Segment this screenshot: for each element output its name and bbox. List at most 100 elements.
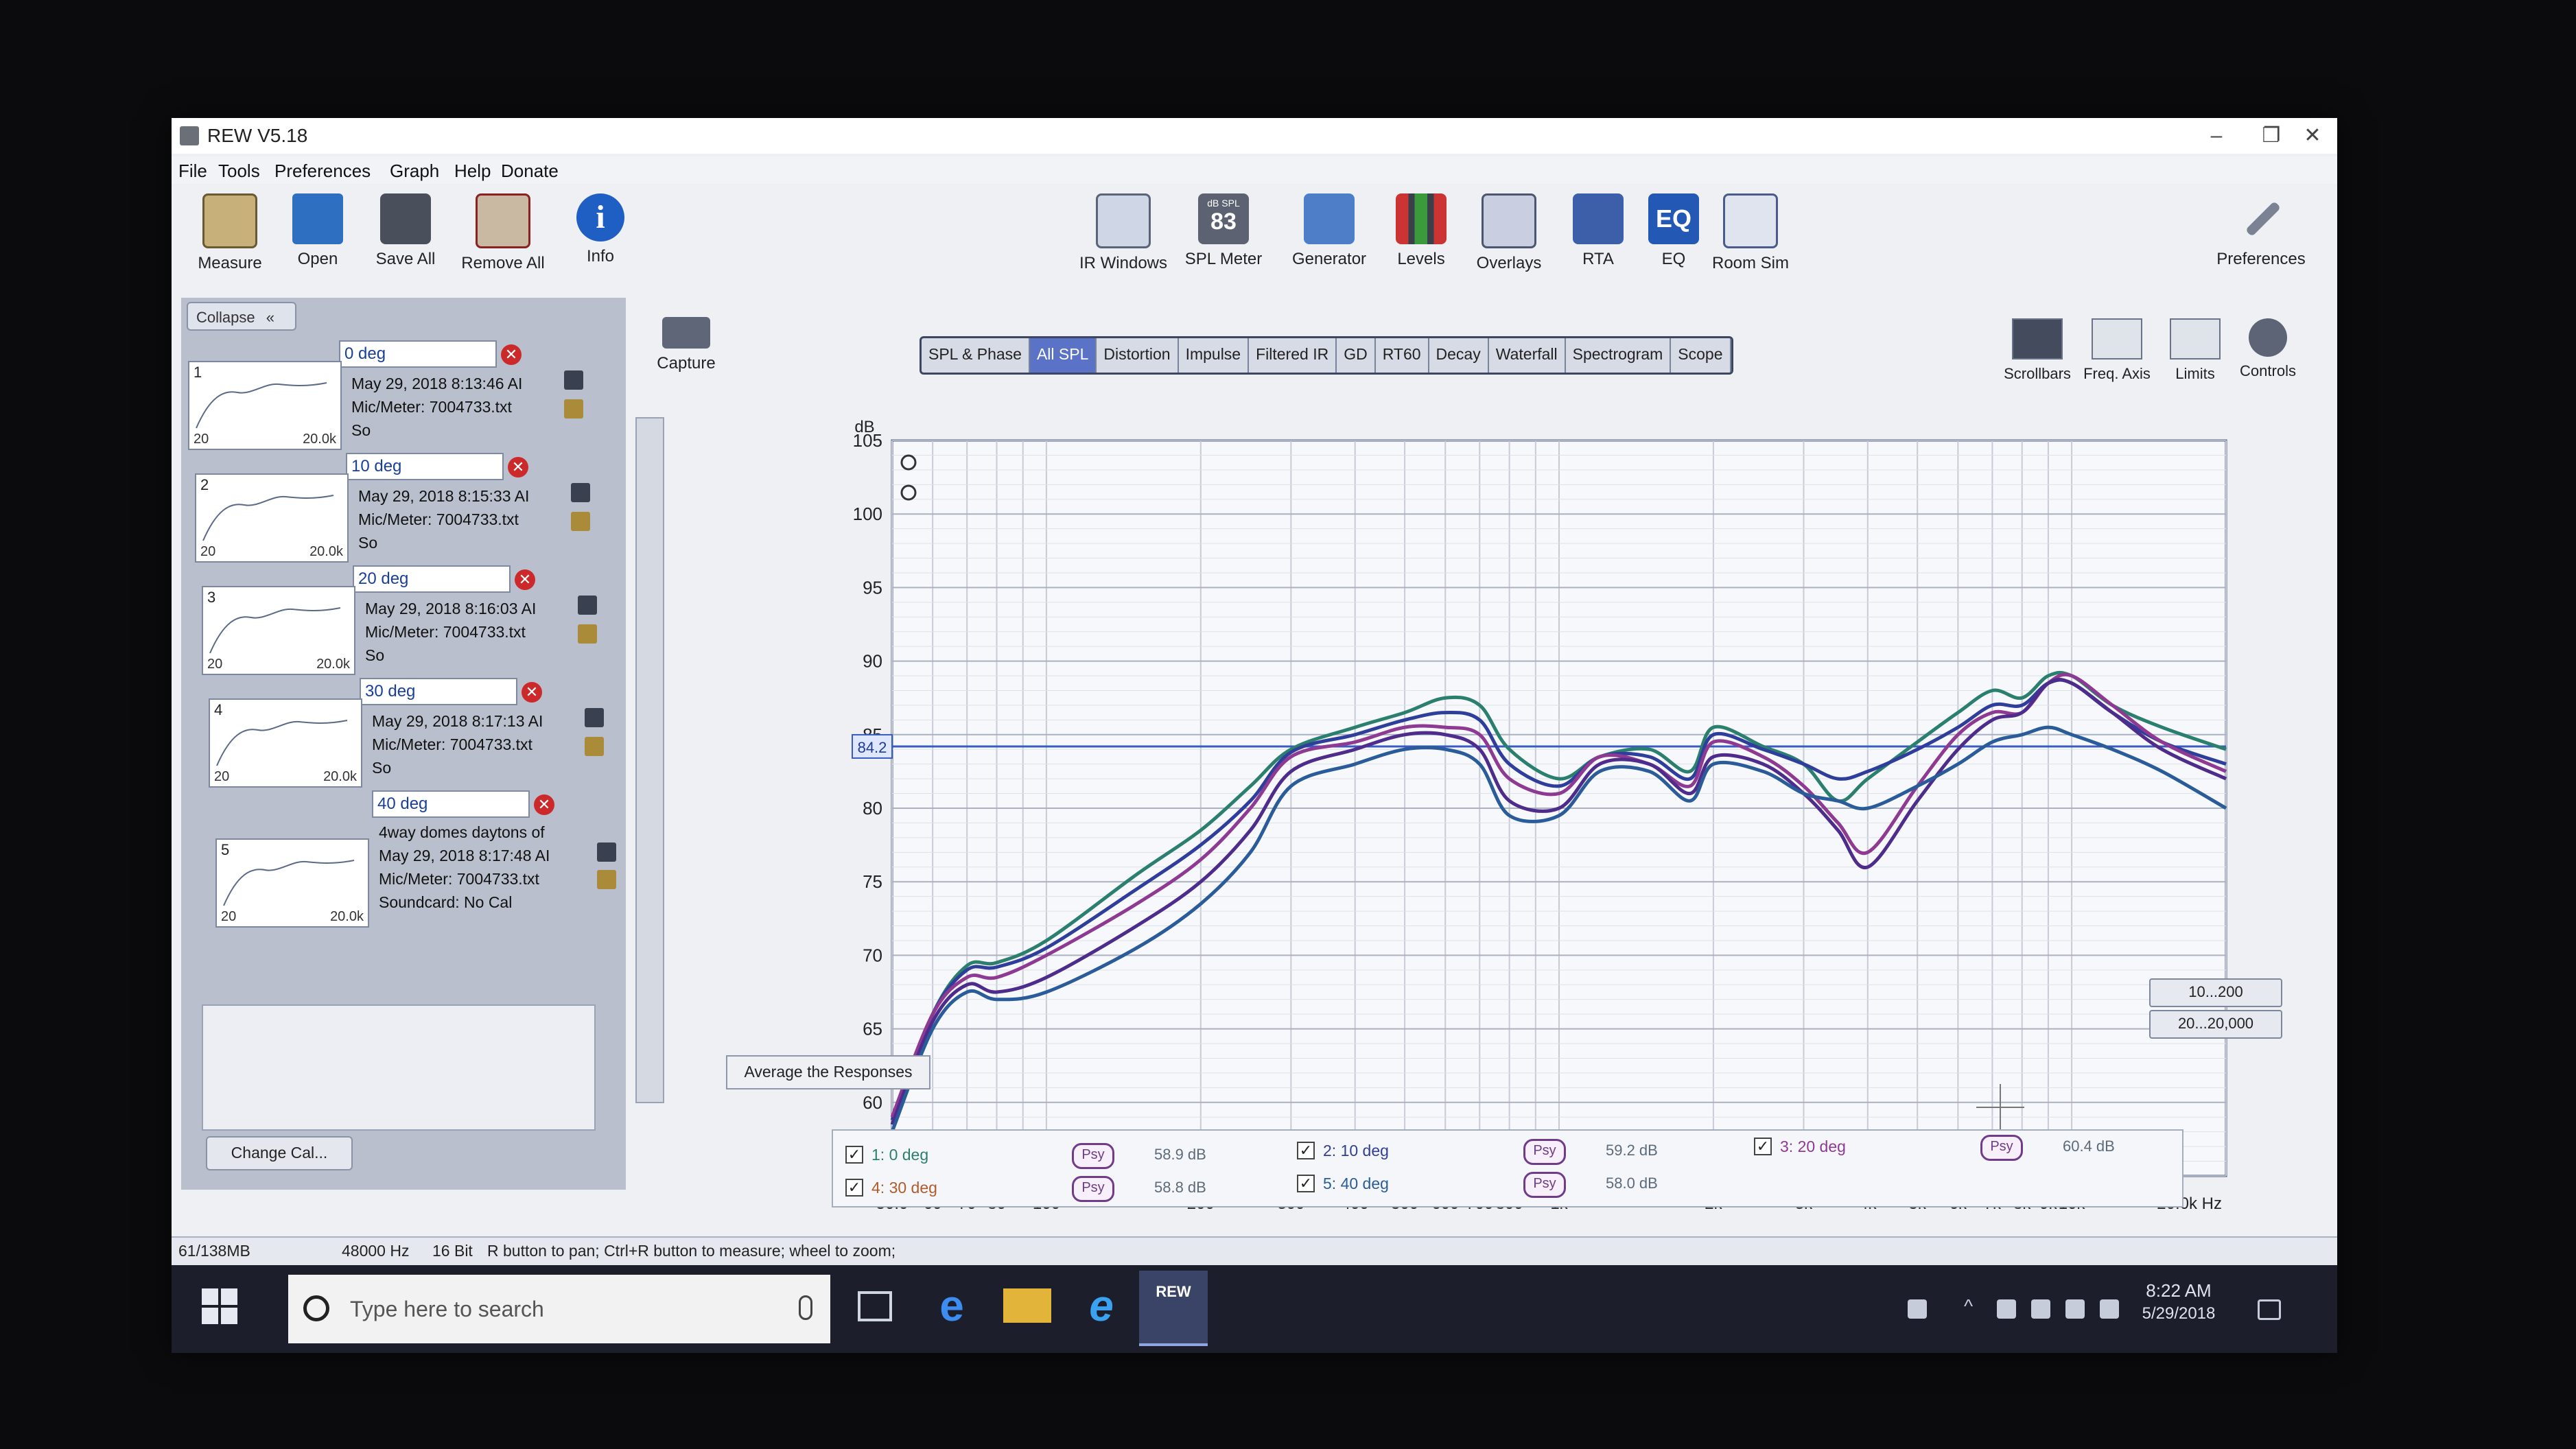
edit-pencil-icon[interactable] [564, 399, 583, 419]
menu-donate[interactable]: Donate [501, 161, 559, 182]
measurement-thumbnail[interactable]: 1 20 20.0k [188, 361, 342, 450]
tab-all-spl[interactable]: All SPL [1029, 338, 1097, 373]
delete-measurement-icon[interactable]: ✕ [508, 457, 528, 478]
rew-taskbar-button[interactable]: REW [1139, 1271, 1208, 1346]
legend-checkbox[interactable]: ✓ [845, 1146, 863, 1164]
tab-distortion[interactable]: Distortion [1097, 338, 1179, 373]
battery-icon[interactable] [2031, 1299, 2050, 1319]
menu-help[interactable]: Help [454, 161, 491, 182]
legend-checkbox[interactable]: ✓ [1297, 1142, 1315, 1159]
capture-button[interactable]: Capture [645, 317, 727, 373]
people-icon[interactable] [1908, 1299, 1927, 1319]
legend-checkbox[interactable]: ✓ [845, 1179, 863, 1197]
spl-graph[interactable]: 105100959085807570656055dB50.06070801002… [707, 413, 2244, 1240]
psy-smoothing-button[interactable]: Psy [1980, 1135, 2023, 1161]
menu-preferences[interactable]: Preferences [274, 161, 371, 182]
tab-rt60[interactable]: RT60 [1376, 338, 1429, 373]
measurement-card[interactable]: 10 deg ✕ 2 20 20.0k May 29, 2018 8:15:33 AI Mi… [195, 453, 613, 563]
notifications-icon[interactable] [2258, 1299, 2281, 1320]
remove-all-button[interactable]: Remove All [458, 193, 548, 273]
internet-explorer-icon[interactable]: e [1077, 1282, 1125, 1330]
edit-pencil-icon[interactable] [578, 624, 597, 644]
measurement-card[interactable]: 30 deg ✕ 4 20 20.0k May 29, 2018 8:17:13 AI Mi… [209, 678, 627, 788]
graph-color-icon[interactable] [597, 843, 616, 862]
tab-filtered-ir[interactable]: Filtered IR [1249, 338, 1337, 373]
psy-smoothing-button[interactable]: Psy [1523, 1139, 1566, 1165]
chevron-up-icon[interactable]: ^ [1964, 1295, 1983, 1317]
eq-button[interactable]: EQ EQ [1629, 193, 1718, 269]
volume-icon[interactable] [2100, 1299, 2119, 1319]
graph-color-icon[interactable] [585, 708, 604, 727]
limits-button[interactable]: Limits [2157, 318, 2233, 383]
open-button[interactable]: Open [273, 193, 362, 269]
menu-graph[interactable]: Graph [390, 161, 439, 182]
measurement-thumbnail[interactable]: 4 20 20.0k [209, 698, 362, 788]
freq-axis-button[interactable]: Freq. Axis [2079, 318, 2155, 383]
tab-decay[interactable]: Decay [1429, 338, 1489, 373]
edit-pencil-icon[interactable] [585, 737, 604, 756]
measurement-card[interactable]: 0 deg ✕ 1 20 20.0k May 29, 2018 8:13:46 AI Mic… [188, 340, 607, 450]
delete-measurement-icon[interactable]: ✕ [522, 682, 542, 703]
psy-smoothing-button[interactable]: Psy [1523, 1172, 1566, 1198]
scrollbars-button[interactable]: Scrollbars [2000, 318, 2075, 383]
psy-smoothing-button[interactable]: Psy [1072, 1176, 1114, 1202]
overlays-button[interactable]: Overlays [1464, 193, 1554, 273]
spl-graph-svg[interactable]: 105100959085807570656055dB50.06070801002… [707, 413, 2244, 1240]
wifi-icon[interactable] [2065, 1299, 2085, 1319]
tab-scope[interactable]: Scope [1671, 338, 1731, 373]
measurement-card[interactable]: 20 deg ✕ 3 20 20.0k May 29, 2018 8:16:03 AI Mi… [202, 565, 620, 675]
menu-tools[interactable]: Tools [218, 161, 260, 182]
measurement-name-field[interactable]: 10 deg [346, 453, 504, 480]
measurement-list-scrollbar[interactable] [635, 417, 664, 1103]
graph-color-icon[interactable] [564, 370, 583, 390]
tab-spectrogram[interactable]: Spectrogram [1566, 338, 1672, 373]
range-10-200-button[interactable]: 10...200 [2149, 978, 2282, 1007]
measurement-name-field[interactable]: 30 deg [360, 678, 517, 705]
taskbar-clock[interactable]: 8:22 AM 5/29/2018 [2127, 1280, 2230, 1323]
edge-browser-icon[interactable]: e [928, 1282, 976, 1330]
average-responses-button[interactable]: Average the Responses [726, 1055, 930, 1089]
range-20-20000-button[interactable]: 20...20,000 [2149, 1010, 2282, 1039]
edit-pencil-icon[interactable] [571, 512, 590, 531]
levels-button[interactable]: Levels [1377, 193, 1466, 269]
minimize-button[interactable]: – [2189, 121, 2244, 151]
measurement-name-field[interactable]: 40 deg [372, 790, 530, 818]
tab-spl-phase[interactable]: SPL & Phase [922, 338, 1030, 373]
measurement-thumbnail[interactable]: 3 20 20.0k [202, 586, 355, 675]
tab-waterfall[interactable]: Waterfall [1489, 338, 1566, 373]
info-button[interactable]: i Info [556, 193, 645, 266]
measurement-thumbnail[interactable]: 5 20 20.0k [215, 838, 369, 928]
microphone-icon[interactable] [799, 1295, 812, 1320]
legend-checkbox[interactable]: ✓ [1297, 1175, 1315, 1192]
menu-file[interactable]: File [178, 161, 207, 182]
measurement-name-field[interactable]: 0 deg [339, 340, 497, 368]
measurement-name-field[interactable]: 20 deg [353, 565, 511, 593]
change-cal-button[interactable]: Change Cal... [206, 1136, 353, 1170]
edit-pencil-icon[interactable] [597, 870, 616, 889]
measurement-card[interactable]: 40 deg ✕ 5 20 20.0k 4way domes daytons of May … [215, 790, 634, 928]
spl-meter-button[interactable]: dB SPL 83 SPL Meter [1179, 193, 1268, 269]
onedrive-icon[interactable] [1997, 1299, 2016, 1319]
ir-windows-button[interactable]: IR Windows [1079, 193, 1168, 273]
measure-button[interactable]: Measure [185, 193, 274, 273]
graph-color-icon[interactable] [571, 483, 590, 502]
tab-impulse[interactable]: Impulse [1179, 338, 1250, 373]
collapse-button[interactable]: Collapse « [187, 302, 296, 331]
room-sim-button[interactable]: Room Sim [1706, 193, 1795, 273]
start-button[interactable] [199, 1286, 240, 1327]
tab-gd[interactable]: GD [1337, 338, 1376, 373]
controls-button[interactable]: Controls [2230, 318, 2306, 380]
delete-measurement-icon[interactable]: ✕ [501, 344, 522, 365]
psy-smoothing-button[interactable]: Psy [1072, 1143, 1114, 1169]
generator-button[interactable]: Generator [1285, 193, 1374, 269]
task-view-icon[interactable] [858, 1291, 892, 1321]
delete-measurement-icon[interactable]: ✕ [534, 794, 554, 815]
taskbar-search[interactable]: Type here to search [288, 1275, 830, 1343]
legend-checkbox[interactable]: ✓ [1754, 1138, 1772, 1155]
save-all-button[interactable]: Save All [361, 193, 450, 269]
close-button[interactable]: ✕ [2285, 121, 2337, 151]
preferences-button[interactable]: Preferences [2216, 193, 2306, 269]
file-explorer-icon[interactable] [1003, 1288, 1051, 1323]
measurement-thumbnail[interactable]: 2 20 20.0k [195, 473, 349, 563]
delete-measurement-icon[interactable]: ✕ [515, 569, 535, 590]
